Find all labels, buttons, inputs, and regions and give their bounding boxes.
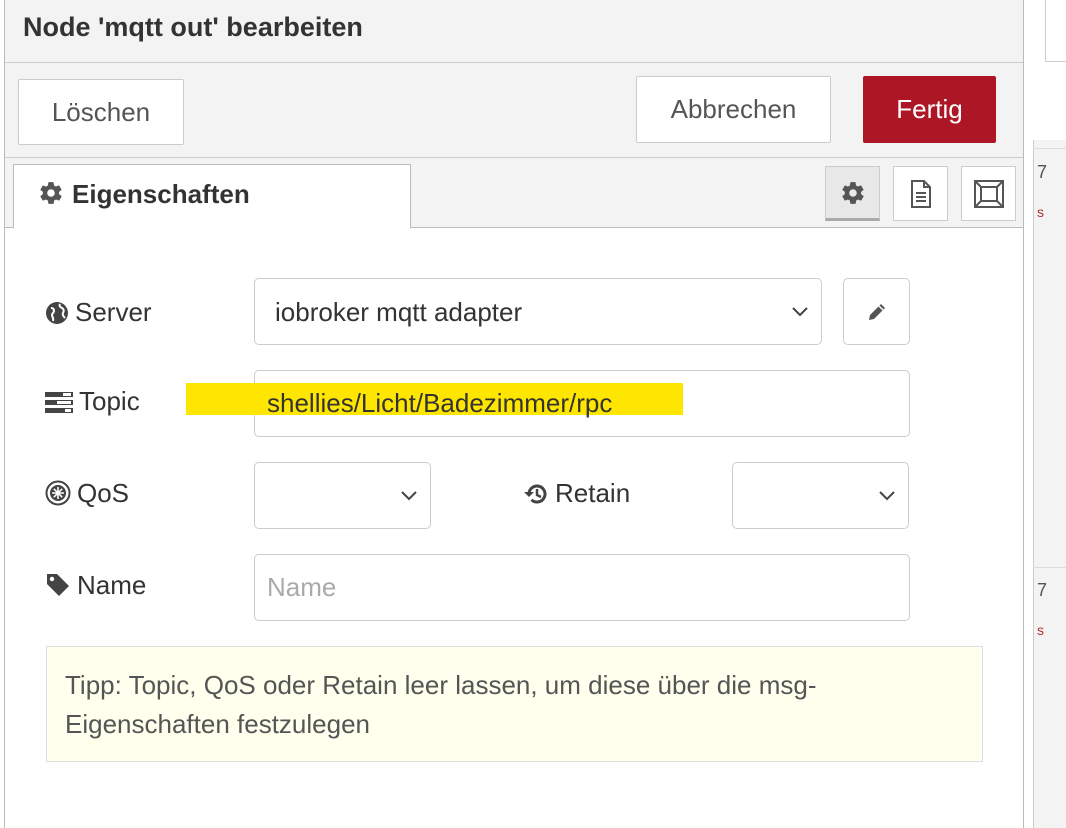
name-label: Name <box>45 570 146 605</box>
background-text: 7 <box>1037 162 1048 182</box>
edit-server-button[interactable] <box>843 278 910 345</box>
chevron-down-icon <box>401 490 417 500</box>
tab-bar: Eigenschaften <box>5 158 1023 229</box>
frame-icon <box>973 179 1004 208</box>
chevron-down-icon <box>879 490 895 500</box>
name-input[interactable] <box>254 554 910 621</box>
dialog-toolbar: Löschen Abbrechen Fertig <box>5 63 1023 158</box>
document-icon <box>910 179 931 208</box>
server-select-value: iobroker mqtt adapter <box>275 297 523 327</box>
background-separator <box>1033 148 1066 149</box>
background-text: 7 <box>1037 580 1048 600</box>
cancel-button[interactable]: Abbrechen <box>636 76 831 143</box>
background-header-edge <box>1045 0 1066 62</box>
background-text: s <box>1037 204 1044 220</box>
server-label: Server <box>45 297 152 332</box>
edit-dialog: Node 'mqtt out' bearbeiten Löschen Abbre… <box>4 0 1024 828</box>
topic-input-value: shellies/Licht/Badezimmer/rpc <box>267 388 613 418</box>
background-workspace: 7 s 7 s <box>1025 0 1066 828</box>
dialog-title: Node 'mqtt out' bearbeiten <box>5 0 1023 63</box>
chevron-down-icon <box>792 306 808 316</box>
tab-description-button[interactable] <box>893 166 948 221</box>
tip-box: Tipp: Topic, QoS oder Retain leer lassen… <box>46 646 983 762</box>
background-sidebar-panel <box>1033 140 1066 828</box>
gear-icon <box>841 181 864 204</box>
done-button[interactable]: Fertig <box>863 76 996 143</box>
server-select[interactable]: iobroker mqtt adapter <box>254 278 822 345</box>
background-text: s <box>1037 622 1044 638</box>
pencil-icon <box>868 303 885 320</box>
tab-appearance-button[interactable] <box>961 166 1016 221</box>
topic-label: Topic <box>45 386 140 421</box>
tab-properties-label: Eigenschaften <box>72 179 250 209</box>
tasks-icon <box>45 390 73 421</box>
tab-properties[interactable]: Eigenschaften <box>13 164 411 229</box>
qos-label: QoS <box>45 478 129 513</box>
history-icon <box>523 482 549 513</box>
qos-icon <box>45 480 71 513</box>
qos-select[interactable] <box>254 462 431 529</box>
delete-button[interactable]: Löschen <box>18 79 184 145</box>
retain-select[interactable] <box>732 462 909 529</box>
retain-label: Retain <box>523 478 630 513</box>
tag-icon <box>45 572 71 605</box>
globe-icon <box>45 301 69 332</box>
background-separator <box>1033 567 1066 568</box>
tab-settings-button[interactable] <box>825 166 880 221</box>
gear-icon <box>38 180 64 213</box>
